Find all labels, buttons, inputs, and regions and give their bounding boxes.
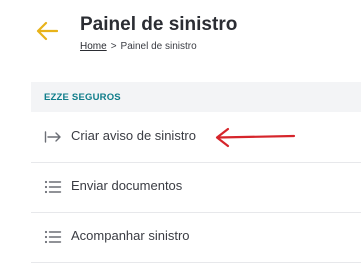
red-arrow-pointer-icon bbox=[215, 127, 296, 148]
list-icon bbox=[44, 230, 62, 244]
back-button[interactable] bbox=[36, 21, 59, 41]
menu-item-label: Enviar documentos bbox=[71, 178, 183, 193]
page-header: Painel de sinistro Home > Painel de sinist… bbox=[0, 0, 361, 80]
menu-item-label: Acompanhar sinistro bbox=[71, 228, 190, 243]
arrow-left-icon bbox=[36, 21, 59, 41]
breadcrumb-home-link[interactable]: Home bbox=[80, 41, 107, 52]
section-header: EZZE SEGUROS bbox=[31, 82, 361, 112]
arrow-into-icon bbox=[44, 130, 62, 144]
page-title: Painel de sinistro bbox=[80, 14, 238, 35]
menu-item-label: Criar aviso de sinistro bbox=[71, 128, 196, 143]
menu-item-enviar-documentos[interactable]: Enviar documentos bbox=[31, 162, 361, 213]
breadcrumb-current: Painel de sinistro bbox=[120, 41, 197, 52]
menu-item-acompanhar-sinistro[interactable]: Acompanhar sinistro bbox=[31, 212, 361, 263]
section-title: EZZE SEGUROS bbox=[44, 92, 121, 103]
claims-menu: EZZE SEGUROS Criar aviso de sinistro Env… bbox=[31, 82, 361, 271]
menu-item-criar-aviso[interactable]: Criar aviso de sinistro bbox=[31, 112, 361, 163]
list-icon bbox=[44, 180, 62, 194]
breadcrumb-separator: > bbox=[110, 41, 117, 52]
breadcrumb: Home > Painel de sinistro bbox=[80, 41, 197, 52]
